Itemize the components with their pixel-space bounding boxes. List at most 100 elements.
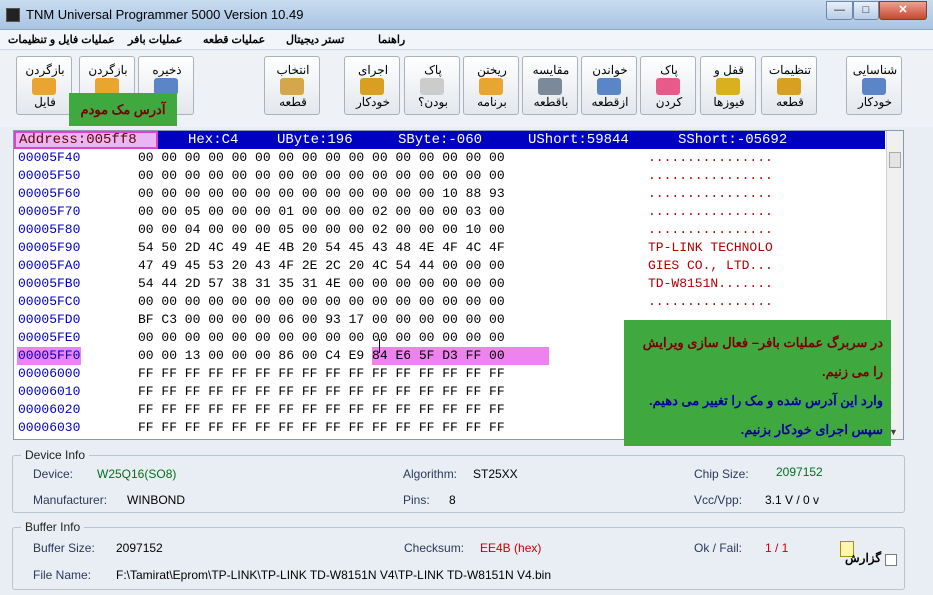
menu-chip-operations[interactable]: عملیات قطعه [203, 33, 265, 46]
row-bytes[interactable]: 54 44 2D 57 38 31 35 31 4E 00 00 00 00 0… [138, 275, 505, 293]
window-title: TNM Universal Programmer 5000 Version 10… [26, 7, 304, 22]
row-bytes[interactable]: 00 00 00 00 00 00 00 00 00 00 00 00 00 0… [138, 149, 505, 167]
row-bytes[interactable]: 00 00 13 00 00 00 86 00 C4 E9 84 E6 5F D… [138, 347, 505, 365]
read-chip-button[interactable]: خواندن ازقطعه [581, 56, 637, 115]
auto-run-button[interactable]: اجرای خودکار [344, 56, 400, 115]
ok-fail-value: 1 / 1 [765, 541, 789, 555]
hex-row[interactable]: 00005F60 00 00 00 00 00 00 00 00 00 00 00… [14, 185, 885, 203]
row-bytes[interactable]: FF FF FF FF FF FF FF FF FF FF FF FF FF F… [138, 419, 505, 437]
row-bytes[interactable]: FF FF FF FF FF FF FF FF FF FF FF FF FF F… [138, 401, 505, 419]
scrollbar-thumb[interactable] [889, 152, 901, 168]
menu-bar: راهنما تستر دیجیتال عملیات قطعه عملیات ب… [0, 30, 933, 50]
menu-buffer-operations[interactable]: عملیات بافر [128, 33, 182, 46]
row-bytes[interactable]: 47 49 45 53 20 43 4F 2E 2C 20 4C 54 44 0… [138, 257, 505, 275]
minimize-button[interactable]: — [826, 1, 853, 20]
ubyte-value: UByte:196 [277, 132, 353, 148]
close-button[interactable]: ✕ [879, 1, 927, 20]
hex-status-bar: Address:005ff8 Hex:C4 UByte:196 SByte:-0… [14, 131, 885, 149]
chip-settings-button[interactable]: تنظیمات قطعه [761, 56, 817, 115]
row-address: 00006030 [18, 420, 81, 435]
row-bytes[interactable]: 00 00 05 00 00 00 01 00 00 00 02 00 00 0… [138, 203, 505, 221]
compare-icon [538, 78, 562, 95]
hex-row[interactable]: 00005FB0 54 44 2D 57 38 31 35 31 4E 00 00… [14, 275, 885, 293]
row-bytes[interactable]: FF FF FF FF FF FF FF FF FF FF FF FF FF F… [138, 365, 505, 383]
row-ascii[interactable]: GIES CO., LTD... [648, 257, 773, 275]
hex-value: Hex:C4 [188, 132, 239, 148]
toolbar-label: قطعه [776, 95, 804, 109]
toolbar-label: پاک [424, 63, 442, 77]
toolbar-label: قفل و [713, 63, 745, 77]
row-address: 00005FD0 [18, 312, 81, 327]
toolbar-label: پاک [660, 63, 678, 77]
row-address: 00006010 [18, 384, 81, 399]
title-bar: TNM Universal Programmer 5000 Version 10… [0, 0, 933, 30]
row-bytes[interactable]: 00 00 00 00 00 00 00 00 00 00 00 00 00 0… [138, 167, 505, 185]
row-bytes[interactable]: 00 00 00 00 00 00 00 00 00 00 00 00 00 0… [138, 329, 505, 347]
menu-digital-tester[interactable]: تستر دیجیتال [286, 33, 344, 46]
current-address: Address:005ff8 [14, 131, 158, 149]
note-line: وارد این آدرس شده و مک را تغییر می دهیم. [649, 393, 883, 408]
row-address: 00005F90 [18, 240, 81, 255]
hex-row[interactable]: 00005F70 00 00 05 00 00 00 01 00 00 00 02… [14, 203, 885, 221]
row-ascii[interactable]: ................ [648, 185, 773, 203]
row-bytes[interactable]: BF C3 00 00 00 00 06 00 93 17 00 00 00 0… [138, 311, 505, 329]
auto-run-icon [360, 78, 384, 95]
hex-row[interactable]: 00005F80 00 00 04 00 00 00 05 00 00 00 02… [14, 221, 885, 239]
toolbar-label: انتخاب [276, 63, 310, 77]
menu-file-settings[interactable]: عملیات فایل و تنظیمات [8, 33, 115, 46]
row-address: 00006000 [18, 366, 81, 381]
row-address: 00006020 [18, 402, 81, 417]
row-ascii[interactable]: ................ [648, 167, 773, 185]
hex-row[interactable]: 00005F50 00 00 00 00 00 00 00 00 00 00 00… [14, 167, 885, 185]
auto-detect-button[interactable]: شناسایی خودکار [846, 56, 902, 115]
row-bytes[interactable]: 00 00 04 00 00 00 05 00 00 00 02 00 00 0… [138, 221, 505, 239]
row-bytes[interactable]: 00 00 00 00 00 00 00 00 00 00 00 00 00 1… [138, 185, 505, 203]
row-ascii[interactable]: ................ [648, 293, 773, 311]
hex-row[interactable]: 00005F40 00 00 00 00 00 00 00 00 00 00 00… [14, 149, 885, 167]
select-chip-button[interactable]: انتخاب قطعه [264, 56, 320, 115]
mac-address-label: آدرس مک مودم [69, 93, 177, 126]
row-ascii[interactable]: TP-LINK TECHNOLO [648, 239, 773, 257]
open-file-button[interactable]: بازگردن فایل [16, 56, 72, 115]
select-chip-icon [280, 78, 304, 95]
row-bytes[interactable]: 54 50 2D 4C 49 4E 4B 20 54 45 43 48 4E 4… [138, 239, 505, 257]
toolbar-label: اجرای [357, 63, 389, 77]
toolbar-label: کردن [655, 95, 683, 109]
blank-check-button[interactable]: پاک بودن؟ [404, 56, 460, 115]
row-address: 00005F50 [18, 168, 81, 183]
compare-button[interactable]: مقایسه باقطعه [522, 56, 578, 115]
row-ascii[interactable]: ................ [648, 203, 773, 221]
report-checkbox[interactable] [885, 554, 897, 566]
row-ascii[interactable]: ................ [648, 149, 773, 167]
row-address: 00005FF0 [17, 347, 82, 365]
row-ascii[interactable]: TD-W8151N....... [648, 275, 773, 293]
device-info-legend: Device Info [21, 448, 90, 462]
note-line: سپس اجرای خودکار بزنیم. [740, 422, 883, 437]
erase-button[interactable]: پاک کردن [640, 56, 696, 115]
checksum-label: Checksum: [404, 541, 465, 555]
row-address: 00005F70 [18, 204, 81, 219]
chip-settings-icon [777, 78, 801, 95]
row-address: 00005F60 [18, 186, 81, 201]
toolbar-label: فایل [34, 95, 56, 109]
hex-row[interactable]: 00005FC0 00 00 00 00 00 00 00 00 00 00 00… [14, 293, 885, 311]
program-button[interactable]: ریختن برنامه [463, 56, 519, 115]
pins-label: Pins: [403, 493, 430, 507]
file-name-label: File Name: [33, 568, 92, 582]
auto-detect-icon [862, 78, 886, 95]
toolbar-label: ریختن [477, 63, 507, 77]
hex-row[interactable]: 00005F90 54 50 2D 4C 49 4E 4B 20 54 45 43… [14, 239, 885, 257]
row-bytes[interactable]: FF FF FF FF FF FF FF FF FF FF FF FF FF F… [138, 383, 505, 401]
toolbar-label: شناسایی [852, 63, 898, 77]
note-line: در سربرگ عملیات بافر– فعال سازی ویرایش [642, 335, 883, 350]
hex-row[interactable]: 00005FA0 47 49 45 53 20 43 4F 2E 2C 20 4C… [14, 257, 885, 275]
text-cursor [379, 339, 387, 353]
row-bytes[interactable]: 00 00 00 00 00 00 00 00 00 00 00 00 00 0… [138, 293, 505, 311]
menu-help[interactable]: راهنما [378, 33, 405, 46]
toolbar-label: خودکار [355, 95, 391, 109]
maximize-button[interactable]: □ [853, 1, 879, 20]
lock-fuses-button[interactable]: قفل و فیوزها [700, 56, 756, 115]
toolbar-label: بودن؟ [417, 95, 449, 109]
row-ascii[interactable]: ................ [648, 221, 773, 239]
buffer-size-value: 2097152 [116, 541, 163, 555]
